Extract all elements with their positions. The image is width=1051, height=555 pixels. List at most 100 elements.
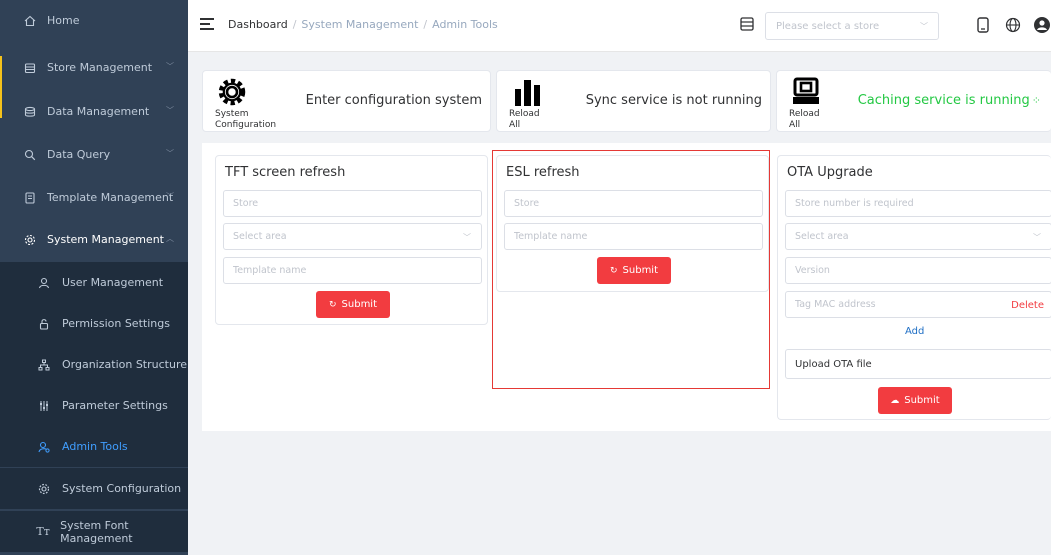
- sidebar-item-home[interactable]: Home: [0, 0, 188, 41]
- card-caption: Reload All: [789, 109, 820, 130]
- card-message: Enter configuration system: [305, 93, 482, 108]
- tft-submit-button[interactable]: ↻ Submit: [316, 291, 390, 318]
- card-sync-service[interactable]: Reload All Sync service is not running: [496, 70, 771, 132]
- avatar[interactable]: [1033, 16, 1051, 34]
- gear-icon: [217, 77, 247, 107]
- sidebar-subitem-parameter-settings[interactable]: Parameter Settings: [0, 385, 188, 426]
- ota-upload-field[interactable]: Upload OTA file: [785, 349, 1051, 379]
- top-header: Dashboard / System Management / Admin Tools …: [188, 0, 1051, 52]
- org-chart-icon: [36, 359, 52, 371]
- card-caption: System Configuration: [215, 109, 277, 130]
- sidebar-item-system-management[interactable]: System Management ︿: [0, 219, 188, 260]
- sidebar-item-data-query[interactable]: Data Query ﹀: [0, 134, 188, 175]
- add-mac-link[interactable]: Add: [905, 326, 924, 337]
- template-icon: [22, 191, 38, 204]
- ota-upgrade-card: OTA Upgrade ﹀ Delete Add Upload OTA file…: [777, 155, 1051, 420]
- bar-chart-icon: [513, 77, 543, 107]
- admin-tools-icon: [36, 441, 52, 453]
- refresh-icon: ↻: [328, 299, 337, 310]
- ota-submit-button[interactable]: ☁ Submit: [878, 387, 952, 414]
- database-icon: [22, 106, 38, 118]
- chevron-down-icon: ﹀: [1033, 233, 1041, 242]
- tft-refresh-card: TFT screen refresh ﹀ ↻ Submit: [215, 155, 488, 325]
- sidebar-subitem-system-font-management[interactable]: Tт System Font Management: [0, 511, 188, 552]
- tft-store-input[interactable]: [224, 191, 481, 216]
- tft-area-select[interactable]: ﹀: [223, 223, 482, 250]
- ota-mac-input[interactable]: [786, 292, 986, 317]
- delete-mac-link[interactable]: Delete: [1011, 300, 1044, 311]
- tft-area-input[interactable]: [224, 224, 481, 249]
- sidebar: Home Store Management ﹀ Data Management …: [0, 0, 188, 555]
- sidebar-subitem-admin-tools[interactable]: Admin Tools: [0, 426, 188, 467]
- ota-area-input[interactable]: [786, 224, 1051, 249]
- button-label: Submit: [904, 395, 940, 406]
- ota-area-select[interactable]: ﹀: [785, 223, 1051, 250]
- sidebar-item-data-management[interactable]: Data Management ﹀: [0, 91, 188, 132]
- ota-store-input[interactable]: [786, 191, 1051, 216]
- store-icon: [22, 62, 38, 74]
- sidebar-item-label: System Configuration: [62, 482, 182, 495]
- breadcrumb-item[interactable]: Dashboard: [228, 18, 288, 31]
- card-title: OTA Upgrade: [787, 165, 873, 180]
- cloud-upload-icon: ☁: [890, 395, 900, 406]
- sidebar-item-label: Admin Tools: [62, 440, 128, 453]
- breadcrumb-separator: /: [423, 18, 428, 31]
- sidebar-item-label: System Font Management: [60, 518, 133, 545]
- button-label: Submit: [341, 299, 378, 310]
- config-icon: [36, 483, 52, 495]
- sidebar-item-label: Organization Structure: [62, 358, 187, 371]
- breadcrumb-item[interactable]: System Management: [301, 18, 418, 31]
- upload-label: Upload OTA file: [795, 359, 872, 370]
- user-icon: [36, 277, 52, 289]
- ota-version-input[interactable]: [786, 258, 1051, 283]
- card-system-configuration[interactable]: System Configuration Enter configuration…: [202, 70, 491, 132]
- chevron-down-icon: ﹀: [463, 233, 471, 242]
- tft-template-field[interactable]: [223, 257, 482, 284]
- chevron-down-icon: ﹀: [166, 106, 174, 115]
- sidebar-item-label: Parameter Settings: [62, 399, 168, 412]
- sidebar-subitem-organization-structure[interactable]: Organization Structure: [0, 344, 188, 385]
- store-icon: [739, 16, 755, 32]
- sidebar-item-label: Data Management: [47, 105, 150, 118]
- menu-toggle-icon[interactable]: [200, 18, 214, 32]
- card-caching-service[interactable]: Reload All Caching service is running ⁘: [776, 70, 1051, 132]
- sidebar-item-label: Permission Settings: [62, 317, 170, 330]
- store-select-input[interactable]: [766, 13, 906, 39]
- breadcrumb-item: Admin Tools: [432, 18, 498, 31]
- ota-mac-field[interactable]: Delete: [785, 291, 1051, 318]
- device-icon[interactable]: [974, 16, 992, 34]
- tft-store-field[interactable]: [223, 190, 482, 217]
- sidebar-item-label: User Management: [62, 276, 164, 289]
- lock-icon: [36, 318, 52, 330]
- sidebar-item-label: Home: [47, 14, 80, 27]
- chevron-up-icon: ︿: [166, 234, 174, 243]
- ota-version-field[interactable]: [785, 257, 1051, 284]
- ota-store-field[interactable]: [785, 190, 1051, 217]
- breadcrumb-separator: /: [292, 18, 297, 31]
- sidebar-subitem-system-configuration[interactable]: System Configuration: [0, 468, 188, 509]
- breadcrumb: Dashboard / System Management / Admin Tools: [228, 18, 498, 31]
- sidebar-item-template-management[interactable]: Template Management ﹀: [0, 177, 188, 218]
- sidebar-subitem-permission-settings[interactable]: Permission Settings: [0, 303, 188, 344]
- server-icon: [791, 77, 821, 107]
- language-globe-icon[interactable]: [1004, 16, 1022, 34]
- search-icon: [22, 149, 38, 161]
- sidebar-item-label: Data Query: [47, 148, 111, 161]
- card-message-text: Caching service is running: [857, 93, 1030, 108]
- sidebar-subitem-user-management[interactable]: User Management: [0, 262, 188, 303]
- chevron-down-icon: ﹀: [166, 149, 174, 158]
- gear-icon: [22, 234, 38, 246]
- chevron-down-icon: ﹀: [166, 192, 174, 201]
- chevron-down-icon: ﹀: [166, 62, 174, 71]
- loading-spinner-icon: ⁘: [1031, 94, 1041, 107]
- card-message: Sync service is not running: [585, 93, 762, 108]
- sidebar-item-label: Template Management: [47, 191, 174, 204]
- card-caption: Reload All: [509, 109, 540, 130]
- home-icon: [22, 15, 38, 27]
- sidebar-item-store-management[interactable]: Store Management ﹀: [0, 47, 188, 88]
- highlight-box: [492, 150, 770, 389]
- store-select[interactable]: ﹀: [765, 12, 939, 40]
- tft-template-input[interactable]: [224, 258, 481, 283]
- sliders-icon: [36, 400, 52, 412]
- card-title: TFT screen refresh: [225, 165, 346, 180]
